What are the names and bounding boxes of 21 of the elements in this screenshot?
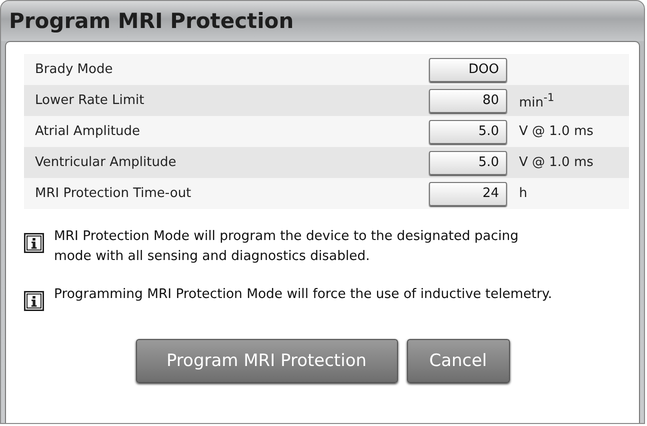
parameter-label: Lower Rate Limit: [35, 93, 146, 108]
parameter-label: Ventricular Amplitude: [35, 155, 178, 170]
parameter-label: Brady Mode: [35, 62, 114, 77]
value-button[interactable]: 80: [429, 88, 507, 112]
unit-label: V @ 1.0 ms: [519, 124, 594, 139]
value-button[interactable]: 24: [429, 182, 507, 206]
value-button[interactable]: 5.0: [429, 150, 507, 174]
value-button[interactable]: DOO: [429, 58, 507, 82]
info-message: Programming MRI Protection Mode will force the use of inductive telemetry.: [54, 286, 554, 304]
info-icon: [24, 233, 44, 253]
parameter-label: Atrial Amplitude: [35, 124, 142, 139]
unit-label: V @ 1.0 ms: [519, 155, 594, 170]
parameter-label: MRI Protection Time-out: [35, 186, 192, 201]
cancel-button[interactable]: Cancel: [406, 339, 510, 383]
unit-label: h: [519, 186, 528, 201]
unit-label: min$^{-1}$: [519, 90, 554, 110]
program-button[interactable]: Program MRI Protection: [136, 339, 398, 383]
info-icon: [24, 291, 44, 311]
value-button[interactable]: 5.0: [429, 120, 507, 144]
window-title: Program MRI Protection: [9, 9, 294, 33]
info-message: MRI Protection Mode will program the device to the designated pacing mode with all sensing and diagnostics disabled.: [54, 228, 520, 266]
